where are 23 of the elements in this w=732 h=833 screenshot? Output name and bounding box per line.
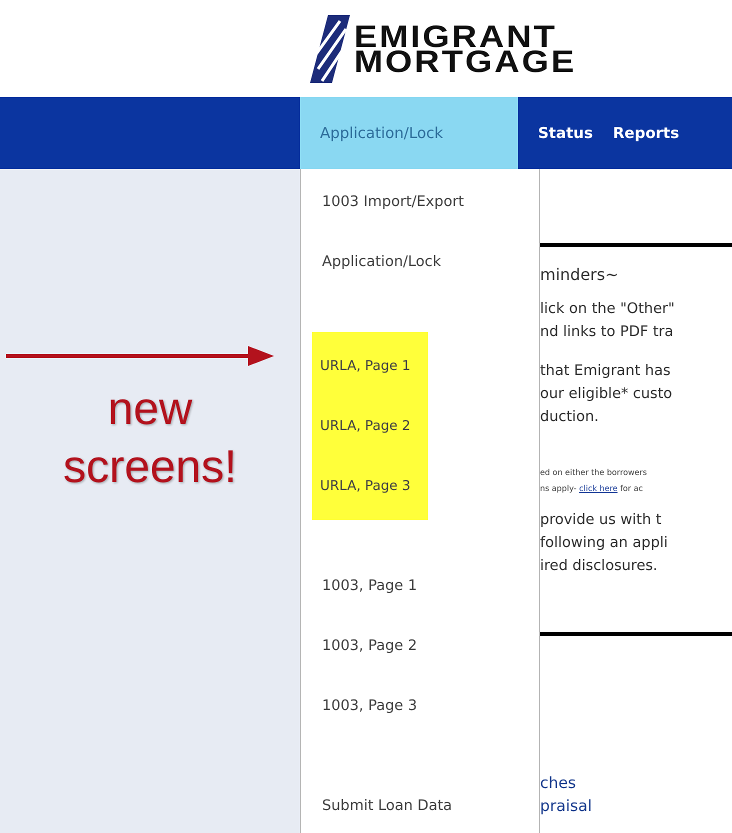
nav-tab[interactable]: Reports — [602, 97, 690, 169]
paragraph: lick on the "Other" nd links to PDF tra — [540, 300, 676, 342]
section-heading: minders~ — [540, 265, 620, 284]
menu-item[interactable]: 1003, Page 2 — [312, 616, 539, 676]
click-here-link[interactable]: click here — [579, 484, 618, 493]
menu-item[interactable]: 1003, Page 3 — [312, 676, 539, 736]
text-link[interactable]: praisal — [540, 795, 732, 818]
text-link[interactable]: ches — [540, 772, 732, 795]
menu-item[interactable]: URLA, Page 3 — [312, 456, 428, 516]
nav-tab[interactable]: Status — [528, 97, 603, 169]
logo-stripes-icon — [310, 14, 350, 82]
paragraph: provide us with t following an appli ired disclosures. — [540, 511, 669, 576]
menu-item[interactable]: 1003 Import/Export — [312, 172, 539, 232]
menu-item[interactable]: 1003, Page 1 — [312, 556, 539, 616]
menu-item[interactable]: Submit Loan Data — [312, 776, 539, 833]
menu-item[interactable]: URLA, Page 2 — [312, 396, 428, 456]
arrow-icon — [6, 345, 274, 367]
logo-wordmark: EMIGRANT MORTGAGE — [354, 24, 576, 74]
callout-text: new screens! — [63, 381, 237, 494]
menu-item[interactable]: URLA, Page 1 — [312, 336, 428, 396]
fine-print: ed on either the borrowers ns apply- click here for ac — [540, 467, 648, 495]
menu-item[interactable]: Application/Lock — [312, 232, 539, 292]
paragraph: that Emigrant has our eligible* custo duction. — [540, 362, 674, 427]
